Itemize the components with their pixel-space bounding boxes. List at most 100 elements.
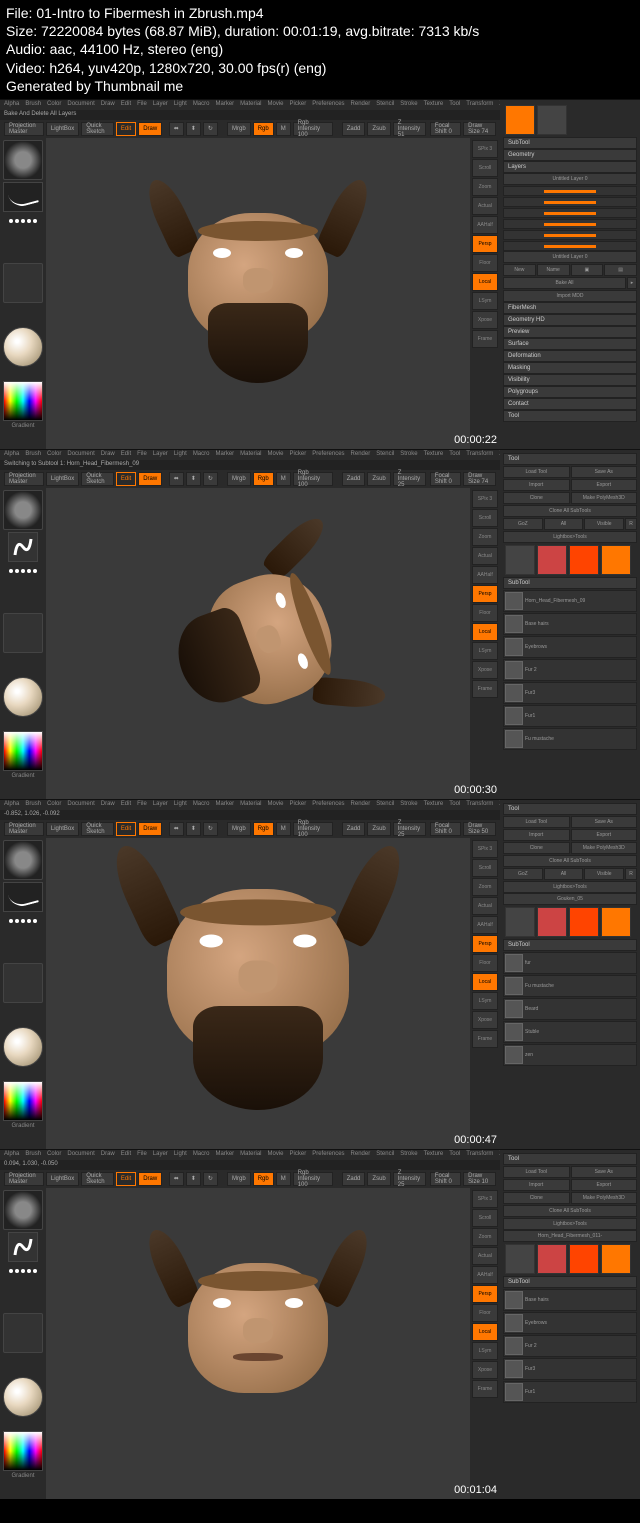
clone-button[interactable]: Clone <box>503 1192 570 1204</box>
viewport-tool-button[interactable]: LSym <box>472 992 498 1010</box>
menu-item[interactable]: Macro <box>193 801 210 809</box>
viewport-tool-button[interactable]: AAHalf <box>472 216 498 234</box>
panel-section-header[interactable]: Contact <box>503 398 637 410</box>
rgb-intensity[interactable]: Rgb Intensity 100 <box>293 122 333 136</box>
menu-item[interactable]: Draw <box>101 101 115 109</box>
panel-section-header[interactable]: Masking <box>503 362 637 374</box>
menu-item[interactable]: Preferences <box>312 801 344 809</box>
z-intensity[interactable]: Z Intensity 25 <box>393 1172 426 1186</box>
viewport-tool-button[interactable]: SPix 3 <box>472 1190 498 1208</box>
menu-item[interactable]: File <box>137 451 147 459</box>
menu-item[interactable]: Marker <box>215 451 234 459</box>
menu-item[interactable]: Draw <box>101 451 115 459</box>
viewport-tool-button[interactable]: Actual <box>472 547 498 565</box>
menu-item[interactable]: Stroke <box>400 101 417 109</box>
save-as-button[interactable]: Save As <box>571 816 638 828</box>
zadd-button[interactable]: Zadd <box>342 122 366 136</box>
layer-item[interactable] <box>503 186 637 196</box>
menu-item[interactable]: Transform <box>466 451 493 459</box>
clone-button[interactable]: Clone <box>503 492 570 504</box>
viewport-tool-button[interactable]: Local <box>472 1323 498 1341</box>
viewport-tool-button[interactable]: Xpose <box>472 311 498 329</box>
name-button[interactable]: Name <box>537 264 570 276</box>
m-button[interactable]: M <box>276 122 291 136</box>
import-mdd-button[interactable]: Import MDD <box>503 290 637 302</box>
export-button[interactable]: Export <box>571 1179 638 1191</box>
quick-sketch-button[interactable]: Quick Sketch <box>81 822 114 836</box>
make-polymesh-button[interactable]: Make PolyMesh3D <box>571 842 638 854</box>
viewport-tool-button[interactable]: Scroll <box>472 159 498 177</box>
subtool-header[interactable]: SubTool <box>503 137 637 149</box>
panel-section-header[interactable]: Surface <box>503 338 637 350</box>
subtool-header[interactable]: SubTool <box>503 939 637 951</box>
viewport-tool-button[interactable]: Zoom <box>472 1228 498 1246</box>
rgb-button[interactable]: Rgb <box>253 1172 274 1186</box>
viewport-tool-button[interactable]: Xpose <box>472 1361 498 1379</box>
r-button[interactable]: R <box>625 518 637 530</box>
subtool-item[interactable]: zen <box>503 1044 637 1066</box>
viewport-tool-button[interactable]: Scroll <box>472 859 498 877</box>
save-as-button[interactable]: Save As <box>571 1166 638 1178</box>
viewport-tool-button[interactable]: Local <box>472 623 498 641</box>
viewport-tool-button[interactable]: Local <box>472 273 498 291</box>
layer-item[interactable] <box>503 219 637 229</box>
menu-item[interactable]: Transform <box>466 801 493 809</box>
tool-thumb[interactable] <box>505 545 535 575</box>
move-icon[interactable]: ⬌ <box>169 472 184 486</box>
quick-sketch-button[interactable]: Quick Sketch <box>81 472 114 486</box>
menu-item[interactable]: Stroke <box>400 801 417 809</box>
rgb-button[interactable]: Rgb <box>253 472 274 486</box>
all-button[interactable]: All <box>544 868 584 880</box>
menu-item[interactable]: Render <box>351 451 371 459</box>
stroke-curve-icon[interactable] <box>3 182 43 212</box>
menu-item[interactable]: Stencil <box>376 1151 394 1159</box>
lightbox-button[interactable]: LightBox <box>46 472 79 486</box>
menu-item[interactable]: File <box>137 101 147 109</box>
menu-item[interactable]: Layer <box>153 801 168 809</box>
save-as-button[interactable]: Save As <box>571 466 638 478</box>
menu-item[interactable]: File <box>137 801 147 809</box>
move-icon[interactable]: ⬌ <box>169 122 184 136</box>
layer-item[interactable] <box>503 208 637 218</box>
arrow-icon[interactable]: ▸ <box>627 277 637 289</box>
subtool-item[interactable]: Fur3 <box>503 682 637 704</box>
lightbox-tools-button[interactable]: Lightbox>Tools <box>503 1218 637 1230</box>
viewport-tool-button[interactable]: AAHalf <box>472 1266 498 1284</box>
viewport-tool-button[interactable]: Zoom <box>472 528 498 546</box>
projection-master-button[interactable]: Projection Master <box>4 122 44 136</box>
import-button[interactable]: Import <box>503 829 570 841</box>
subtool-item[interactable]: Fur 2 <box>503 659 637 681</box>
layer-item[interactable] <box>503 197 637 207</box>
brush-preview[interactable] <box>3 140 43 180</box>
tool-thumb[interactable] <box>569 1244 599 1274</box>
r-button[interactable]: R <box>625 868 637 880</box>
viewport-tool-button[interactable]: Floor <box>472 254 498 272</box>
menu-item[interactable]: Picker <box>290 801 307 809</box>
menu-item[interactable]: Tool <box>449 801 460 809</box>
viewport-tool-button[interactable]: Local <box>472 973 498 991</box>
menu-item[interactable]: Color <box>47 451 61 459</box>
zsub-button[interactable]: Zsub <box>367 1172 390 1186</box>
menu-item[interactable]: Render <box>351 101 371 109</box>
projection-master-button[interactable]: Projection Master <box>4 822 44 836</box>
menu-item[interactable]: Picker <box>290 101 307 109</box>
rgb-button[interactable]: Rgb <box>253 122 274 136</box>
clone-all-button[interactable]: Clone All SubTools <box>503 505 637 517</box>
viewport[interactable] <box>46 1188 470 1499</box>
viewport-tool-button[interactable]: Persp <box>472 1285 498 1303</box>
viewport-tool-button[interactable]: Persp <box>472 585 498 603</box>
menu-item[interactable]: Light <box>174 101 187 109</box>
color-picker[interactable] <box>3 1081 43 1121</box>
draw-size[interactable]: Draw Size 74 <box>463 122 496 136</box>
menu-item[interactable]: File <box>137 1151 147 1159</box>
import-button[interactable]: Import <box>503 479 570 491</box>
color-picker[interactable] <box>3 1431 43 1471</box>
focal-shift[interactable]: Focal Shift 0 <box>430 822 461 836</box>
menu-item[interactable]: Transform <box>466 1151 493 1159</box>
viewport-tool-button[interactable]: Scroll <box>472 509 498 527</box>
lightbox-tools-button[interactable]: Lightbox>Tools <box>503 531 637 543</box>
menu-item[interactable]: Marker <box>215 801 234 809</box>
mrgb-button[interactable]: Mrgb <box>227 122 251 136</box>
material-preview[interactable] <box>3 677 43 717</box>
tool-thumb[interactable] <box>537 1244 567 1274</box>
